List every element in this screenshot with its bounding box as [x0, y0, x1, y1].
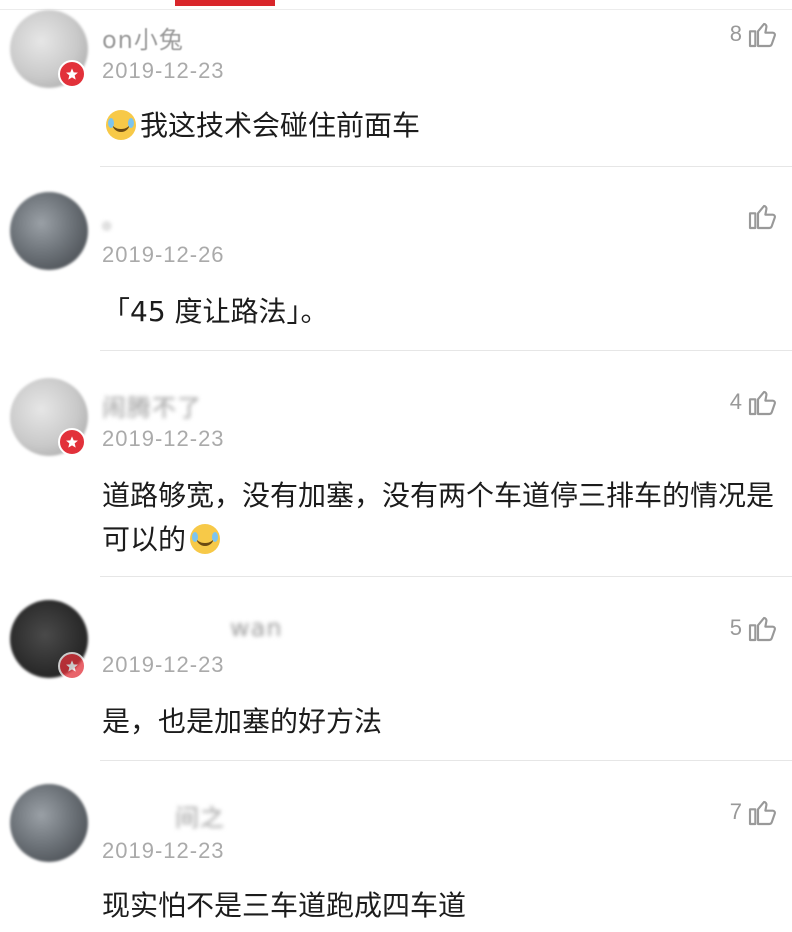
comment-date: 2019-12-23 [102, 652, 225, 677]
like-count: 7 [729, 799, 742, 824]
verified-badge-icon [58, 428, 86, 456]
thumbs-up-icon [748, 22, 776, 48]
thumbs-up-icon [748, 390, 776, 416]
like-button[interactable]: 7 [730, 796, 778, 828]
comment-text: 现实怕不是三车道跑成四车道 [102, 889, 467, 922]
like-count: 4 [729, 389, 742, 414]
thumbs-up-icon [748, 204, 776, 230]
top-divider [0, 9, 792, 10]
verified-badge-icon [58, 652, 86, 680]
comment-date: 2019-12-23 [102, 838, 225, 863]
laugh-cry-emoji [190, 524, 221, 554]
comment-date: 2019-12-23 [102, 426, 225, 451]
like-button[interactable]: 4 [730, 386, 778, 418]
like-button[interactable]: 5 [730, 612, 778, 644]
comment-divider [100, 760, 792, 761]
comment-date: 2019-12-23 [102, 58, 225, 83]
avatar[interactable] [10, 784, 88, 862]
comment-divider [100, 350, 792, 351]
like-button[interactable] [742, 200, 778, 232]
avatar[interactable] [10, 192, 88, 270]
comment-text: 道路够宽，没有加塞，没有两个车道停三排车的情况是可以的 [102, 479, 775, 556]
verified-badge-icon [58, 60, 86, 88]
thumbs-up-icon [748, 616, 776, 642]
comment-divider [100, 166, 792, 167]
comment-text: 我这技术会碰住前面车 [102, 104, 782, 148]
laugh-cry-emoji [106, 110, 136, 140]
like-button[interactable]: 8 [730, 18, 778, 50]
comment-username[interactable]: 。 [102, 200, 127, 235]
thumbs-up-icon [748, 800, 776, 826]
comment-text: 是，也是加塞的好方法 [102, 705, 383, 738]
comment-username[interactable]: 闹腾不了 [102, 388, 202, 423]
comment-divider [100, 576, 792, 577]
like-count: 5 [729, 615, 742, 640]
active-tab-indicator [175, 0, 275, 6]
like-count: 8 [729, 21, 742, 46]
comment-username[interactable]: 间之 [175, 798, 225, 833]
comment-username[interactable]: wan [230, 614, 283, 642]
comment-username[interactable]: on小兔 [102, 20, 184, 55]
comment-date: 2019-12-26 [102, 242, 225, 267]
comment-text: 「45 度让路法」。 [102, 295, 329, 328]
